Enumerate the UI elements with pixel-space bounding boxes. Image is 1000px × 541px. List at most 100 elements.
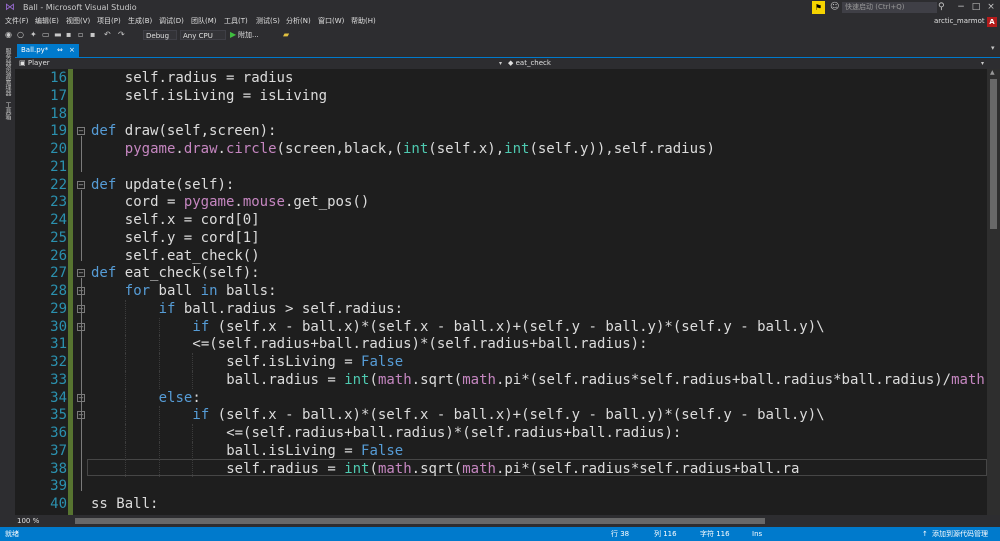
code-line[interactable]: def eat_check(self):	[91, 264, 260, 282]
collapse-icon[interactable]: −	[77, 127, 85, 136]
code-line[interactable]: <=(self.radius+ball.radius)*(self.radius…	[192, 335, 647, 353]
code-line[interactable]: self.isLiving = isLiving	[125, 87, 327, 105]
code-line[interactable]: self.isLiving = False	[226, 353, 403, 371]
pin-icon[interactable]: ⇔	[57, 44, 63, 57]
code-line[interactable]: pygame.draw.circle(screen,black,(int(sel…	[125, 140, 715, 158]
save-all-files-icon[interactable]: ▪	[90, 28, 95, 42]
line-number: 16	[50, 70, 67, 86]
menu-analyze[interactable]: 分析(N)	[286, 15, 311, 28]
new-project-icon[interactable]: ✦	[30, 28, 37, 42]
feedback-icon[interactable]: ☺	[830, 0, 839, 15]
code-editor[interactable]: 16 17 18 19 20 21 22 23 24 25 26 27 28 29 30 31 32 33 34 35…	[15, 69, 987, 515]
collapse-icon[interactable]: −	[77, 180, 85, 189]
close-button[interactable]: ×	[984, 0, 998, 15]
attach-button[interactable]: 附加...	[238, 28, 259, 42]
save-all-icon[interactable]: ▫	[78, 28, 83, 42]
code-line[interactable]: def draw(self,screen):	[91, 122, 276, 140]
quick-launch-input[interactable]: 快速启动 (Ctrl+Q)	[842, 2, 937, 13]
code-token: .	[217, 141, 226, 157]
code-token: (self.y)),self.radius)	[529, 141, 715, 157]
scroll-thumb[interactable]	[990, 79, 997, 229]
class-dropdown[interactable]: ▣ Player	[19, 58, 50, 69]
code-line[interactable]: self.eat_check()	[125, 247, 260, 265]
vertical-scrollbar[interactable]: ▲	[987, 69, 1000, 515]
code-token: math	[951, 371, 985, 388]
horizontal-scroll-thumb[interactable]	[75, 518, 765, 524]
scroll-up-icon[interactable]: ▲	[990, 69, 995, 76]
code-token: cord =	[124, 194, 184, 211]
forward-icon[interactable]: ○	[17, 28, 24, 42]
indent-guide	[124, 353, 127, 371]
code-line[interactable]: ball.radius = int(math.sqrt(math.pi*(sel…	[226, 371, 987, 389]
code-line[interactable]: if (self.x - ball.x)*(self.x - ball.x)+(…	[192, 318, 824, 336]
configuration-select[interactable]: Debug	[143, 30, 177, 40]
menu-help[interactable]: 帮助(H)	[351, 15, 376, 28]
source-control-button[interactable]: 添加到源代码管理	[932, 527, 988, 541]
code-token: int	[344, 371, 370, 388]
zoom-level[interactable]: 100 %	[17, 515, 39, 527]
change-tracking-bar	[68, 69, 73, 515]
chevron-down-icon[interactable]: ▾	[499, 58, 502, 69]
menu-view[interactable]: 视图(V)	[66, 15, 90, 28]
member-dropdown[interactable]: ◆ eat_check	[508, 58, 551, 69]
menu-window[interactable]: 窗口(W)	[318, 15, 344, 28]
avatar[interactable]: A	[987, 17, 997, 27]
tab-ball-py[interactable]: Ball.py* ⇔ ×	[17, 44, 79, 57]
menu-test[interactable]: 测试(S)	[256, 15, 280, 28]
code-token: balls:	[217, 283, 277, 299]
toolbox-tab[interactable]: 工具箱	[3, 102, 12, 120]
notification-flag-icon[interactable]: ⚑	[812, 1, 825, 14]
code-token: circle	[225, 141, 277, 157]
code-line[interactable]: ball.isLiving = False	[226, 442, 403, 460]
code-token: mouse	[242, 194, 285, 211]
close-tab-icon[interactable]: ×	[69, 44, 75, 57]
code-line[interactable]: self.y = cord[1]	[125, 229, 260, 247]
code-line[interactable]: <=(self.radius+ball.radius)*(self.radius…	[226, 424, 681, 442]
open-folder-icon[interactable]: ▬	[54, 28, 62, 42]
source-control-icon[interactable]: ↑	[922, 527, 928, 541]
code-line[interactable]: if ball.radius > self.radius:	[159, 300, 403, 318]
menu-file[interactable]: 文件(F)	[5, 15, 29, 28]
code-line[interactable]: def update(self):	[91, 176, 234, 194]
menu-tools[interactable]: 工具(T)	[224, 15, 248, 28]
collapse-icon[interactable]: −	[77, 269, 85, 278]
indent-guide	[124, 317, 127, 336]
status-bar: 就绪 行 38 列 116 字符 116 Ins ↑ 添加到源代码管理	[0, 527, 1000, 541]
chevron-down-icon[interactable]: ▾	[981, 58, 984, 69]
menu-edit[interactable]: 编辑(E)	[35, 15, 59, 28]
code-token: ball.radius =	[226, 371, 345, 388]
user-name[interactable]: arctic_marmot	[934, 15, 985, 28]
redo-icon[interactable]: ↷	[118, 28, 125, 42]
menu-build[interactable]: 生成(B)	[128, 15, 152, 28]
status-insert-mode: Ins	[752, 530, 763, 538]
tab-overflow-icon[interactable]: ▾	[991, 44, 995, 52]
menu-team[interactable]: 团队(M)	[191, 15, 217, 28]
code-line[interactable]: cord = pygame.mouse.get_pos()	[125, 193, 369, 211]
platform-select[interactable]: Any CPU	[180, 30, 226, 40]
indent-guide	[192, 370, 194, 389]
code-line[interactable]: else:	[159, 389, 201, 407]
code-token: <=(self.radius+ball.radius)*(self.radius…	[192, 336, 648, 353]
undo-icon[interactable]: ↶	[104, 28, 111, 42]
line-number: 25	[50, 229, 67, 246]
code-token: .sqrt(	[411, 371, 463, 388]
code-line[interactable]: self.radius = int(math.sqrt(math.pi*(sel…	[226, 460, 799, 478]
code-line[interactable]: ss Ball:	[91, 495, 158, 513]
maximize-button[interactable]: □	[969, 0, 983, 15]
line-number: 38	[50, 460, 67, 477]
code-line[interactable]: for ball in balls:	[125, 282, 277, 300]
menu-debug[interactable]: 调试(D)	[159, 15, 184, 28]
code-token: eat_check(self):	[116, 265, 260, 282]
minimize-button[interactable]: −	[954, 0, 968, 15]
code-line[interactable]: self.x = cord[0]	[125, 211, 260, 229]
debug-target-icon[interactable]: ▰	[283, 28, 289, 42]
play-icon[interactable]: ▶	[230, 28, 236, 42]
server-explorer-tab[interactable]: 服务器资源管理器	[3, 48, 12, 96]
code-line[interactable]: if (self.x - ball.x)*(self.x - ball.x)+(…	[192, 406, 824, 424]
save-icon[interactable]: ▪	[66, 28, 71, 42]
code-line[interactable]: self.radius = radius	[125, 69, 294, 87]
search-icon[interactable]: ⚲	[938, 0, 945, 15]
back-icon[interactable]: ◉	[5, 28, 12, 42]
open-file-icon[interactable]: ▭	[42, 28, 50, 42]
menu-project[interactable]: 项目(P)	[97, 15, 121, 28]
